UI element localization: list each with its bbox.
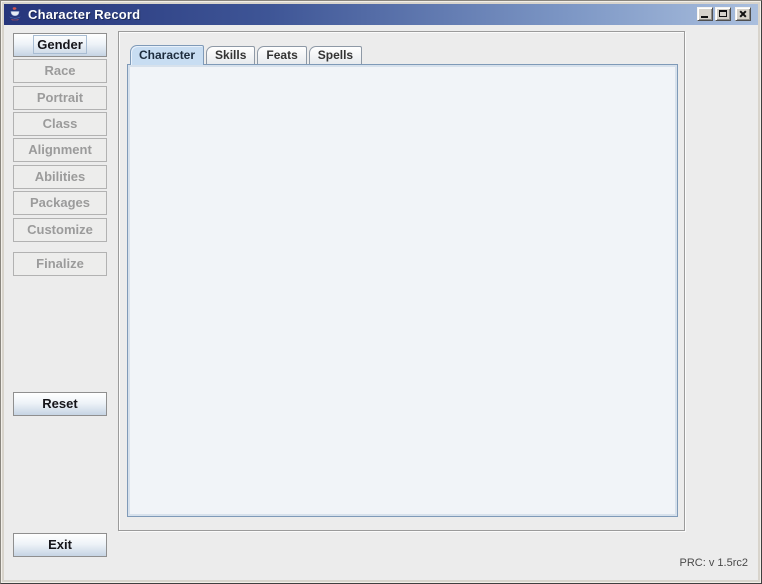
exit-button[interactable]: Exit <box>13 533 107 557</box>
sidebar-button-customize: Customize <box>13 218 107 242</box>
tab-spells[interactable]: Spells <box>309 46 362 64</box>
tab-skills[interactable]: Skills <box>206 46 255 64</box>
character-record-window: Character Record Gender Race Portrait Cl… <box>0 0 762 584</box>
minimize-button[interactable] <box>697 7 713 21</box>
sidebar-button-race: Race <box>13 59 107 83</box>
tab-character[interactable]: Character <box>130 45 204 65</box>
sidebar-button-packages: Packages <box>13 191 107 215</box>
gender-button-label: Gender <box>33 35 87 54</box>
reset-button[interactable]: Reset <box>13 392 107 416</box>
tab-feats[interactable]: Feats <box>257 46 306 64</box>
sidebar-button-abilities: Abilities <box>13 165 107 189</box>
sidebar-button-portrait: Portrait <box>13 86 107 110</box>
close-button[interactable] <box>735 7 751 21</box>
maximize-icon <box>719 10 727 17</box>
maximize-button[interactable] <box>715 7 731 21</box>
window-title: Character Record <box>28 7 140 22</box>
tab-bar: Character Skills Feats Spells <box>130 46 362 65</box>
sidebar-button-alignment: Alignment <box>13 138 107 162</box>
sidebar-button-finalize: Finalize <box>13 252 107 276</box>
sidebar-button-class: Class <box>13 112 107 136</box>
character-tab-panel <box>127 64 678 517</box>
minimize-icon <box>701 16 708 18</box>
prc-version-label: PRC: v 1.5rc2 <box>680 557 748 569</box>
sidebar-button-gender[interactable]: Gender <box>13 33 107 57</box>
window-controls <box>695 5 751 23</box>
java-cup-icon <box>7 6 23 22</box>
title-bar[interactable]: Character Record <box>3 3 759 25</box>
